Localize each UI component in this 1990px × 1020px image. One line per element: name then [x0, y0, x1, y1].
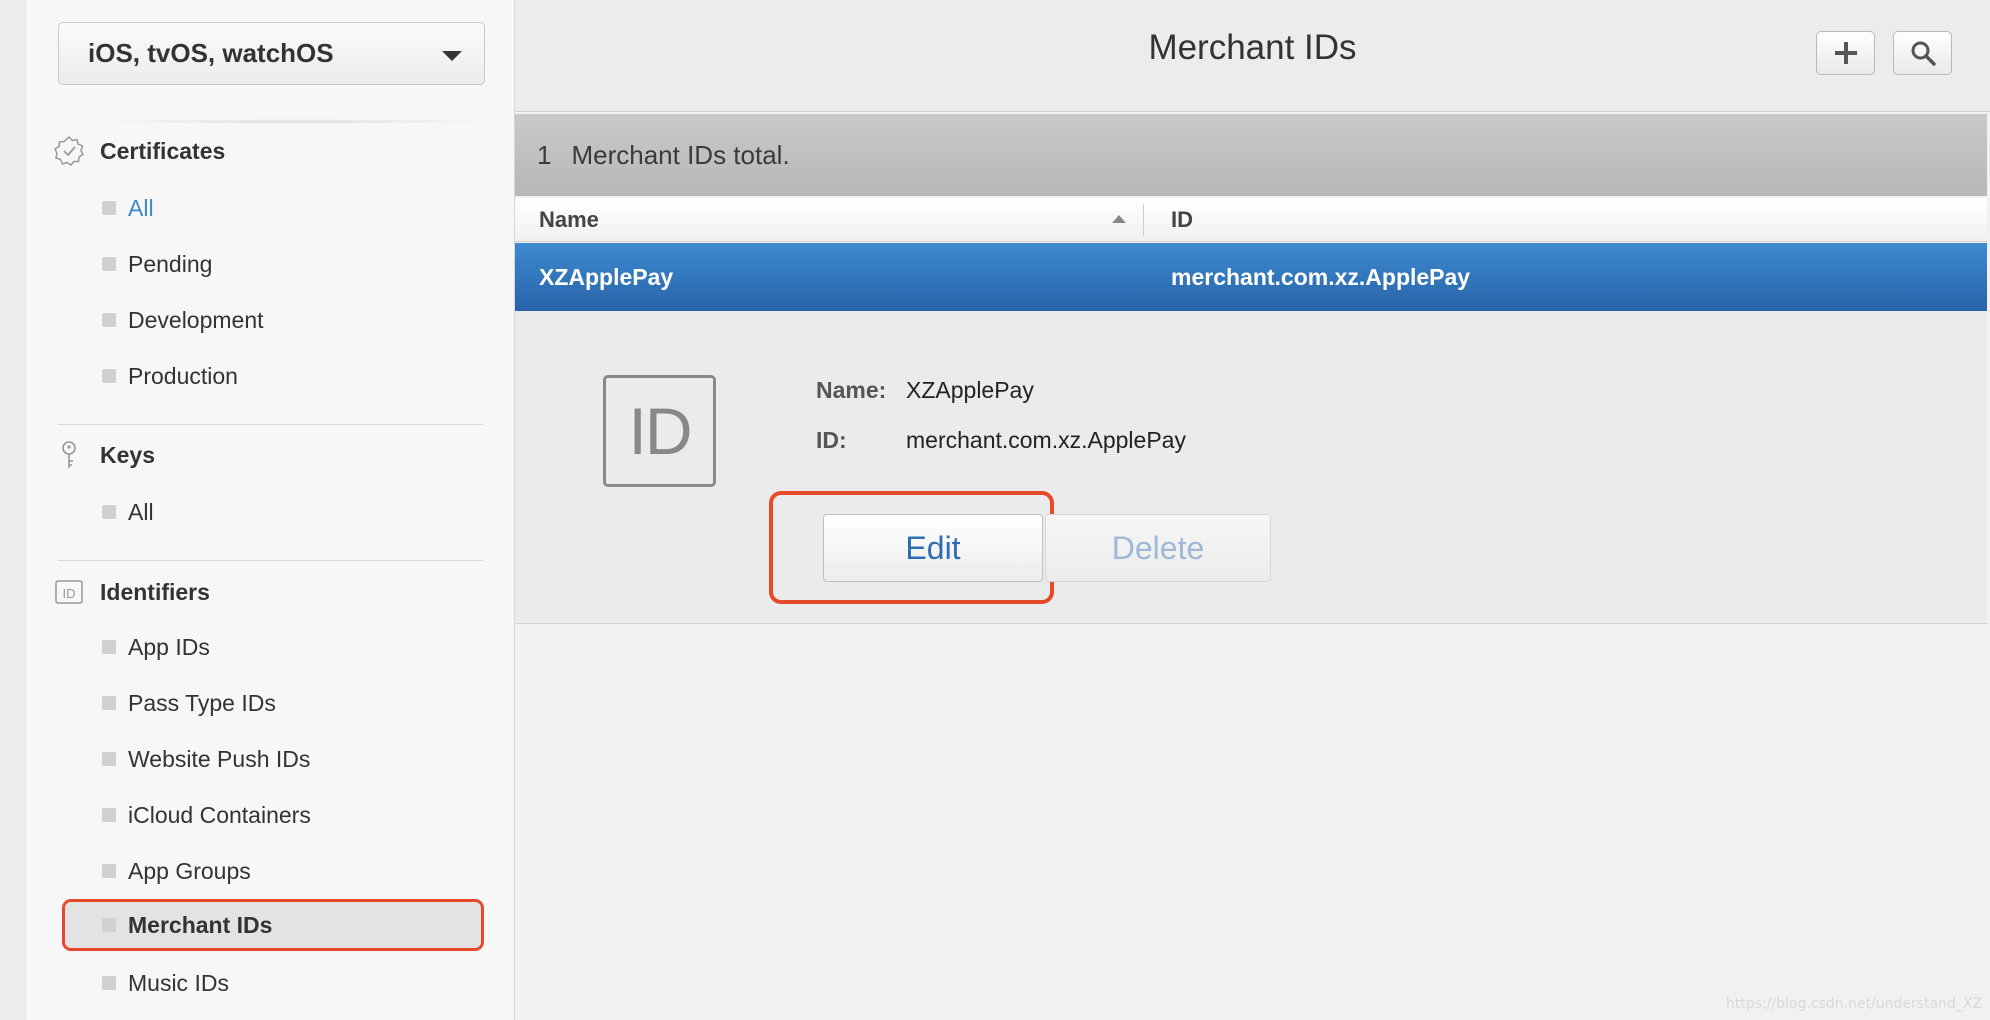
- sidebar-item-label: Development: [128, 306, 264, 333]
- sidebar-item-keys-all[interactable]: All: [58, 484, 486, 540]
- id-badge-icon: ID: [603, 375, 716, 487]
- column-divider: [1143, 204, 1144, 236]
- sidebar-item-label: App IDs: [128, 633, 210, 660]
- bullet: [102, 313, 116, 327]
- column-header-id[interactable]: ID: [1171, 198, 1193, 242]
- watermark: https://blog.csdn.net/understand_XZ: [1725, 996, 1982, 1012]
- bullet: [102, 808, 116, 822]
- certificate-badge-icon: [54, 136, 84, 166]
- search-button[interactable]: [1893, 31, 1952, 75]
- column-header-name[interactable]: Name: [539, 198, 1139, 242]
- platform-select[interactable]: iOS, tvOS, watchOS: [58, 22, 485, 85]
- sidebar-item-label: All: [128, 194, 154, 221]
- sidebar-item-label: iCloud Containers: [128, 801, 311, 828]
- bullet: [102, 201, 116, 215]
- sort-ascending-icon: [1112, 215, 1126, 223]
- bullet: [102, 257, 116, 271]
- sidebar-item-label: Music IDs: [128, 969, 229, 996]
- add-button[interactable]: [1816, 31, 1875, 75]
- group-title: Identifiers: [100, 578, 210, 605]
- sidebar-item-website-push-ids[interactable]: Website Push IDs: [58, 731, 486, 787]
- sidebar-item-app-ids[interactable]: App IDs: [58, 619, 486, 675]
- sidebar-item-icloud-containers[interactable]: iCloud Containers: [58, 787, 486, 843]
- bullet: [102, 505, 116, 519]
- bullet: [102, 918, 116, 932]
- sidebar-item-music-ids[interactable]: Music IDs: [58, 955, 486, 1011]
- delete-button[interactable]: Delete: [1045, 514, 1271, 582]
- chevron-down-icon: [442, 51, 462, 61]
- cell-name: XZApplePay: [539, 264, 674, 290]
- sidebar-item-label: All: [128, 498, 154, 525]
- sidebar-item-pass-type-ids[interactable]: Pass Type IDs: [58, 675, 486, 731]
- search-icon: [1911, 41, 1936, 66]
- sidebar-item-label: Merchant IDs: [128, 911, 273, 938]
- platform-select-label: iOS, tvOS, watchOS: [88, 38, 334, 68]
- header: Merchant IDs: [515, 0, 1990, 112]
- bullet: [102, 752, 116, 766]
- results-count-label: Merchant IDs total.: [571, 139, 790, 170]
- edit-button[interactable]: Edit: [823, 514, 1043, 582]
- group-title: Certificates: [100, 137, 226, 164]
- svg-text:ID: ID: [63, 586, 76, 601]
- table-row[interactable]: XZApplePay merchant.com.xz.ApplePay: [515, 243, 1987, 311]
- group-certificates: Certificates: [54, 136, 225, 166]
- divider: [58, 560, 483, 561]
- cell-id: merchant.com.xz.ApplePay: [1171, 264, 1471, 290]
- plus-icon: [1834, 42, 1857, 64]
- detail-id-label: ID:: [816, 427, 847, 453]
- sidebar: iOS, tvOS, watchOS Certificates All Pend…: [25, 0, 515, 1020]
- sidebar-item-label: Pass Type IDs: [128, 689, 276, 716]
- column-header-label: ID: [1171, 207, 1193, 232]
- sidebar-item-label: App Groups: [128, 857, 251, 884]
- key-icon: [54, 440, 84, 470]
- results-count-bar: 1 Merchant IDs total.: [515, 114, 1987, 196]
- column-header-label: Name: [539, 207, 599, 232]
- results-count: 1: [537, 139, 552, 170]
- sidebar-item-label: Production: [128, 362, 238, 389]
- bullet: [102, 369, 116, 383]
- group-title: Keys: [100, 441, 155, 468]
- detail-name-value: XZApplePay: [906, 377, 1034, 403]
- divider: [96, 119, 496, 124]
- divider: [58, 424, 483, 425]
- sidebar-item-development[interactable]: Development: [58, 292, 486, 348]
- sidebar-item-label: Website Push IDs: [128, 745, 311, 772]
- sidebar-item-merchant-ids[interactable]: Merchant IDs: [62, 899, 484, 951]
- detail-panel: ID Name: XZApplePay ID: merchant.com.xz.…: [515, 311, 1987, 624]
- detail-id-value: merchant.com.xz.ApplePay: [906, 427, 1186, 453]
- page-title: Merchant IDs: [1148, 28, 1357, 67]
- sidebar-item-certificates-all[interactable]: All: [58, 180, 486, 236]
- group-keys: Keys: [54, 440, 155, 470]
- sidebar-item-production[interactable]: Production: [58, 348, 486, 404]
- sidebar-item-pending[interactable]: Pending: [58, 236, 486, 292]
- detail-name-label: Name:: [816, 377, 887, 403]
- main-content: Merchant IDs 1 Merchant IDs total. Name …: [515, 0, 1990, 1020]
- bullet: [102, 976, 116, 990]
- bullet: [102, 864, 116, 878]
- id-icon: ID: [54, 577, 84, 607]
- bullet: [102, 696, 116, 710]
- sidebar-item-app-groups[interactable]: App Groups: [58, 843, 486, 899]
- bullet: [102, 640, 116, 654]
- sidebar-item-label: Pending: [128, 250, 213, 277]
- group-identifiers: ID Identifiers: [54, 577, 210, 607]
- table-header: Name ID: [515, 198, 1987, 242]
